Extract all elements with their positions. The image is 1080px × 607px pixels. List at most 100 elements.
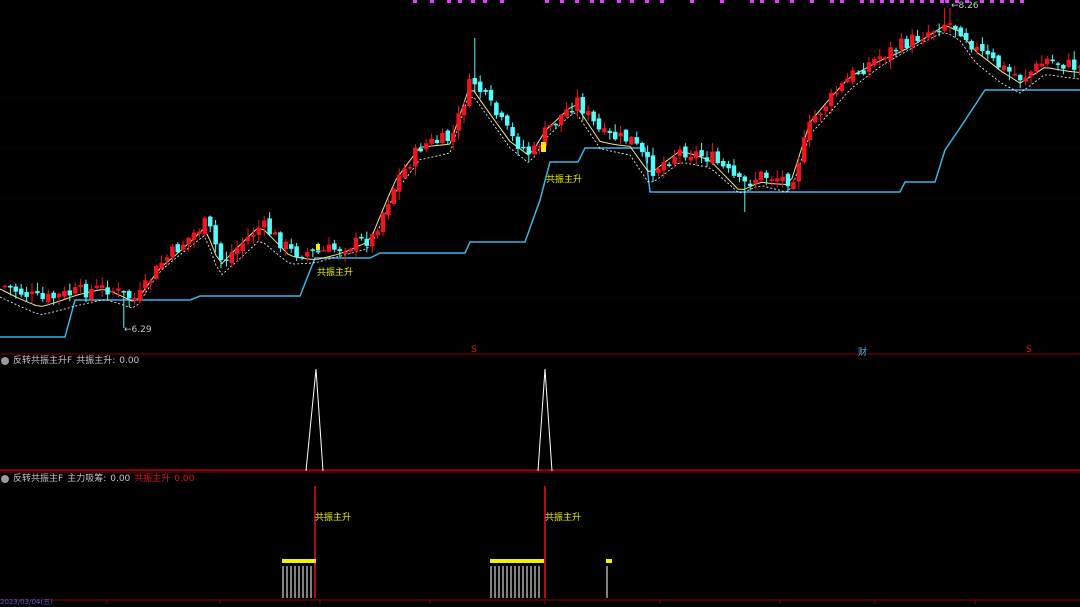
candle-body	[2, 285, 8, 288]
candle-body	[272, 232, 278, 235]
candle-body	[699, 150, 704, 157]
ma-long-line	[0, 32, 1080, 315]
indicator2-value-label: 主力吸筹:	[67, 474, 107, 484]
date-axis	[106, 600, 976, 604]
indicator1-name: 反转共振主升F	[13, 356, 73, 366]
candle-body	[623, 129, 629, 142]
candle-body	[499, 112, 505, 118]
indicator2-red-value: 0.00	[174, 474, 195, 484]
candle-body	[1044, 58, 1050, 65]
candle-body	[413, 147, 418, 167]
candle-body	[758, 171, 764, 181]
candle-body	[380, 213, 386, 233]
event-marker	[870, 0, 874, 3]
signal-candle	[541, 142, 546, 152]
candle-body	[13, 286, 19, 292]
candle-body	[477, 81, 483, 92]
candle-body	[861, 70, 866, 75]
settings-icon[interactable]	[1, 357, 9, 365]
event-marker	[860, 0, 864, 3]
indicator1-title: 反转共振主升F 共振主升: 0.00	[0, 354, 139, 368]
event-marker	[458, 0, 462, 3]
candle-body	[483, 89, 488, 92]
event-marker	[790, 0, 794, 3]
candle-body	[494, 102, 499, 116]
low-price-label: ←6.29	[124, 325, 152, 335]
candle-body	[89, 288, 94, 300]
event-marker	[471, 0, 475, 3]
event-marker	[500, 0, 504, 3]
candle-body	[726, 163, 731, 169]
candle-body	[240, 243, 245, 252]
candle-body	[526, 146, 532, 155]
candle-body	[602, 128, 607, 133]
moving-averages	[0, 25, 1080, 315]
candle-body	[834, 92, 839, 95]
candle-body	[931, 31, 937, 33]
indicator1-value: 0.00	[119, 356, 140, 366]
candle-body	[818, 113, 823, 116]
candlestick-chart[interactable]	[0, 0, 1080, 604]
candle-body	[1012, 73, 1018, 76]
candle-body	[402, 168, 407, 178]
settings-icon[interactable]	[1, 475, 9, 483]
candle-body	[580, 97, 586, 114]
candle-body	[947, 23, 953, 25]
candle-body	[866, 62, 872, 72]
event-marker	[900, 0, 904, 3]
candle-body	[315, 250, 321, 253]
candle-body	[24, 292, 29, 297]
event-marker	[645, 0, 649, 3]
candle-body	[1001, 65, 1007, 71]
high-price-label: ←8.26	[951, 1, 979, 11]
candle-body	[18, 288, 24, 295]
candle-body	[326, 244, 332, 252]
event-marker	[830, 0, 834, 3]
candle-body	[882, 57, 888, 59]
event-marker	[1000, 0, 1004, 3]
candle-body	[299, 256, 305, 259]
candle-body	[256, 227, 262, 236]
candle-body	[688, 156, 694, 161]
candle-body	[645, 151, 650, 158]
candle-body	[1023, 77, 1028, 82]
candle-body	[386, 204, 391, 215]
high-price-marker: ←	[951, 1, 959, 11]
indicator2-signal-label-2: 共振主升	[545, 513, 582, 523]
candle-body	[375, 231, 380, 236]
candle-body	[218, 243, 224, 260]
candle-body	[456, 113, 461, 131]
candle-body	[305, 252, 310, 257]
candle-body	[62, 290, 67, 297]
candle-body	[850, 70, 856, 82]
candle-body	[737, 173, 742, 177]
candle-body	[332, 243, 337, 250]
top-event-markers	[413, 0, 1024, 3]
candle-body	[704, 157, 710, 162]
candle-body	[839, 83, 845, 92]
candle-body	[996, 55, 1001, 68]
candle-body	[710, 151, 715, 164]
candle-body	[926, 32, 931, 38]
event-marker	[545, 0, 549, 3]
event-marker-finance[interactable]: 财	[858, 345, 867, 358]
event-marker-s1[interactable]: S	[471, 345, 477, 355]
candle-body	[1061, 64, 1066, 69]
candles[interactable]	[2, 8, 1080, 328]
candle-body	[8, 285, 13, 288]
event-marker	[945, 0, 949, 3]
event-marker	[920, 0, 924, 3]
candle-body	[110, 290, 116, 293]
candle-body	[72, 287, 78, 294]
candle-body	[607, 130, 613, 133]
candle-body	[828, 92, 834, 106]
candle-body	[294, 246, 299, 258]
candle-body	[888, 47, 893, 61]
candle-body	[445, 130, 451, 141]
candle-body	[105, 287, 110, 295]
event-marker-s2[interactable]: S	[1026, 345, 1032, 355]
event-marker	[990, 0, 994, 3]
candle-body	[747, 183, 753, 186]
candle-body	[796, 163, 802, 182]
candle-body	[618, 132, 623, 137]
